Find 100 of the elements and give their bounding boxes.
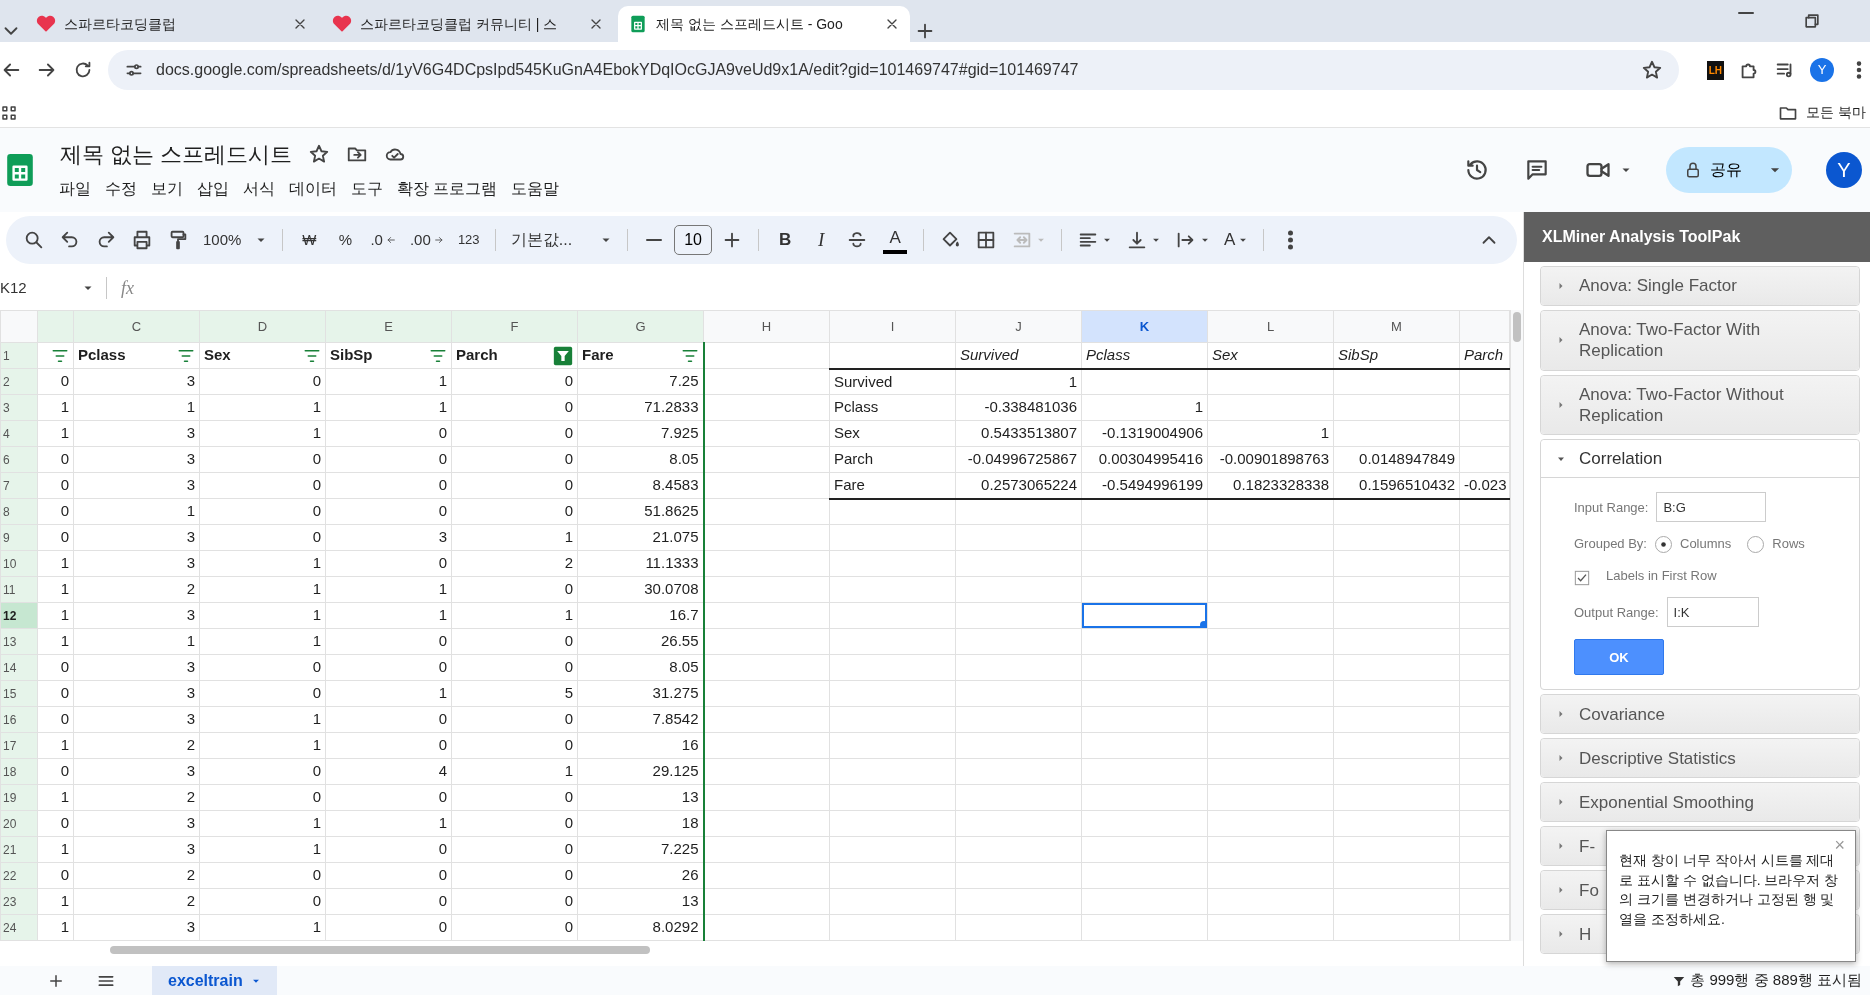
row-header[interactable]: 22: [0, 862, 38, 889]
column-header[interactable]: H: [703, 310, 830, 343]
row-header[interactable]: 18: [0, 758, 38, 785]
accordion-header[interactable]: Covariance: [1541, 695, 1859, 734]
increase-decimal-button[interactable]: .00: [404, 223, 449, 257]
sheet-tab[interactable]: exceltrain: [152, 966, 277, 995]
radio-label[interactable]: Columns: [1680, 534, 1732, 554]
row-header[interactable]: 24: [0, 914, 38, 941]
address-bar[interactable]: docs.google.com/spreadsheets/d/1yV6G4DCpsIpd545KuGnA4EbokYDqIOcGJA9veUd9x1A/edit?gid=101469747#gid=101469747: [108, 50, 1679, 90]
table-cell: 1: [955, 368, 1082, 395]
menu-item[interactable]: 확장 프로그램: [390, 174, 505, 203]
row-header[interactable]: 21: [0, 836, 38, 863]
column-header[interactable]: I: [829, 310, 956, 343]
menu-item[interactable]: 수정: [98, 174, 144, 203]
decrease-decimal-button[interactable]: .0: [365, 223, 401, 257]
accordion-header[interactable]: Anova: Two-Factor Without Replication: [1541, 375, 1859, 434]
row-header[interactable]: 11: [0, 576, 38, 603]
table-cell: 7.8542: [577, 706, 704, 733]
input-range-field[interactable]: B:G: [1656, 492, 1767, 523]
print-icon: [131, 229, 153, 251]
menu-item[interactable]: 도구: [344, 174, 390, 203]
column-header[interactable]: C: [73, 310, 200, 343]
menu-item[interactable]: 도움말: [504, 174, 567, 203]
browser-tab[interactable]: 스파르타코딩클럽 커뮤니티 | 스: [322, 6, 614, 42]
font-dropdown[interactable]: 기본값...: [505, 223, 618, 257]
profile-avatar[interactable]: Y: [1810, 58, 1834, 82]
row-header[interactable]: 17: [0, 732, 38, 759]
row-header[interactable]: 3: [0, 394, 38, 421]
table-cell: 0.1823328338: [1207, 472, 1334, 499]
table-cell: 1: [325, 680, 452, 707]
zoom-dropdown[interactable]: 100%: [198, 223, 273, 257]
row-header[interactable]: 1: [0, 342, 38, 369]
menu-item[interactable]: 보기: [144, 174, 190, 203]
menu-item[interactable]: 서식: [236, 174, 282, 203]
row-header[interactable]: 6: [0, 446, 38, 473]
row-header[interactable]: 2: [0, 368, 38, 395]
share-button[interactable]: 공유: [1666, 147, 1792, 193]
row-header[interactable]: 20: [0, 810, 38, 837]
menu-item[interactable]: 삽입: [190, 174, 236, 203]
table-cell: 1: [199, 706, 326, 733]
checkbox-label[interactable]: Labels in First Row: [1606, 565, 1717, 586]
column-header[interactable]: J: [955, 310, 1082, 343]
row-header[interactable]: 7: [0, 472, 38, 499]
currency-button[interactable]: ₩: [293, 223, 326, 257]
column-header[interactable]: D: [199, 310, 326, 343]
row-header[interactable]: 16: [0, 706, 38, 733]
output-range-field[interactable]: I:K: [1666, 597, 1759, 628]
font-size-field[interactable]: 10: [674, 225, 713, 255]
history-icon[interactable]: [1464, 157, 1490, 183]
row-header[interactable]: 10: [0, 550, 38, 577]
bookmark-star-icon[interactable]: [1640, 59, 1663, 81]
bookmark-folder[interactable]: 모든 북마: [1806, 102, 1866, 123]
menu-item[interactable]: 데이터: [282, 174, 344, 203]
text-color-button[interactable]: A: [883, 226, 908, 254]
table-cell: 0: [199, 784, 326, 811]
selected-cell[interactable]: [1081, 602, 1208, 629]
percent-button[interactable]: %: [329, 223, 362, 257]
column-header[interactable]: L: [1207, 310, 1334, 343]
table-cell: Pclass: [1081, 342, 1208, 369]
row-header[interactable]: 15: [0, 680, 38, 707]
minimize-icon[interactable]: [1738, 11, 1754, 15]
bold-button[interactable]: B: [769, 223, 802, 257]
column-header[interactable]: G: [577, 310, 704, 343]
restore-icon[interactable]: [1802, 11, 1822, 31]
fill-handle[interactable]: [1200, 621, 1207, 628]
extension-icon[interactable]: LH: [1706, 60, 1724, 80]
italic-button[interactable]: I: [805, 223, 838, 257]
browser-tab[interactable]: 스파르타코딩클럽: [26, 6, 318, 42]
table-cell: 16: [577, 732, 704, 759]
row-header[interactable]: 9: [0, 524, 38, 551]
table-cell: 5: [451, 680, 578, 707]
vertical-scrollbar[interactable]: [1510, 310, 1523, 941]
row-header[interactable]: 19: [0, 784, 38, 811]
row-header[interactable]: 8: [0, 498, 38, 525]
column-header[interactable]: E: [325, 310, 452, 343]
accordion-header[interactable]: Correlation: [1541, 440, 1859, 479]
filter-active-icon[interactable]: [553, 345, 573, 366]
accordion-header[interactable]: Anova: Single Factor: [1541, 267, 1859, 305]
row-header[interactable]: 23: [0, 888, 38, 915]
column-header[interactable]: F: [451, 310, 578, 343]
row-header[interactable]: 12: [0, 602, 38, 629]
accordion-header[interactable]: Descriptive Statistics: [1541, 739, 1859, 778]
comment-icon[interactable]: [1524, 157, 1550, 183]
menu-item[interactable]: 파일: [52, 174, 98, 203]
column-header[interactable]: K: [1081, 310, 1208, 343]
accordion-header[interactable]: Exponential Smoothing: [1541, 783, 1859, 822]
text-rotation-button[interactable]: A: [1219, 223, 1254, 257]
column-header[interactable]: M: [1333, 310, 1460, 343]
radio-label[interactable]: Rows: [1772, 534, 1805, 554]
document-title[interactable]: 제목 없는 스프레드시트: [60, 137, 293, 171]
row-header[interactable]: 14: [0, 654, 38, 681]
star-icon[interactable]: [308, 143, 331, 165]
row-header[interactable]: 13: [0, 628, 38, 655]
name-box[interactable]: K12: [0, 271, 100, 305]
apps-icon[interactable]: [0, 103, 18, 122]
accordion-header[interactable]: Anova: Two-Factor With Replication: [1541, 311, 1859, 370]
account-avatar[interactable]: Y: [1826, 152, 1862, 188]
browser-tab[interactable]: 제목 없는 스프레드시트 - Goo: [618, 6, 910, 42]
row-header[interactable]: 4: [0, 420, 38, 447]
number-format-button[interactable]: 123: [452, 223, 485, 257]
